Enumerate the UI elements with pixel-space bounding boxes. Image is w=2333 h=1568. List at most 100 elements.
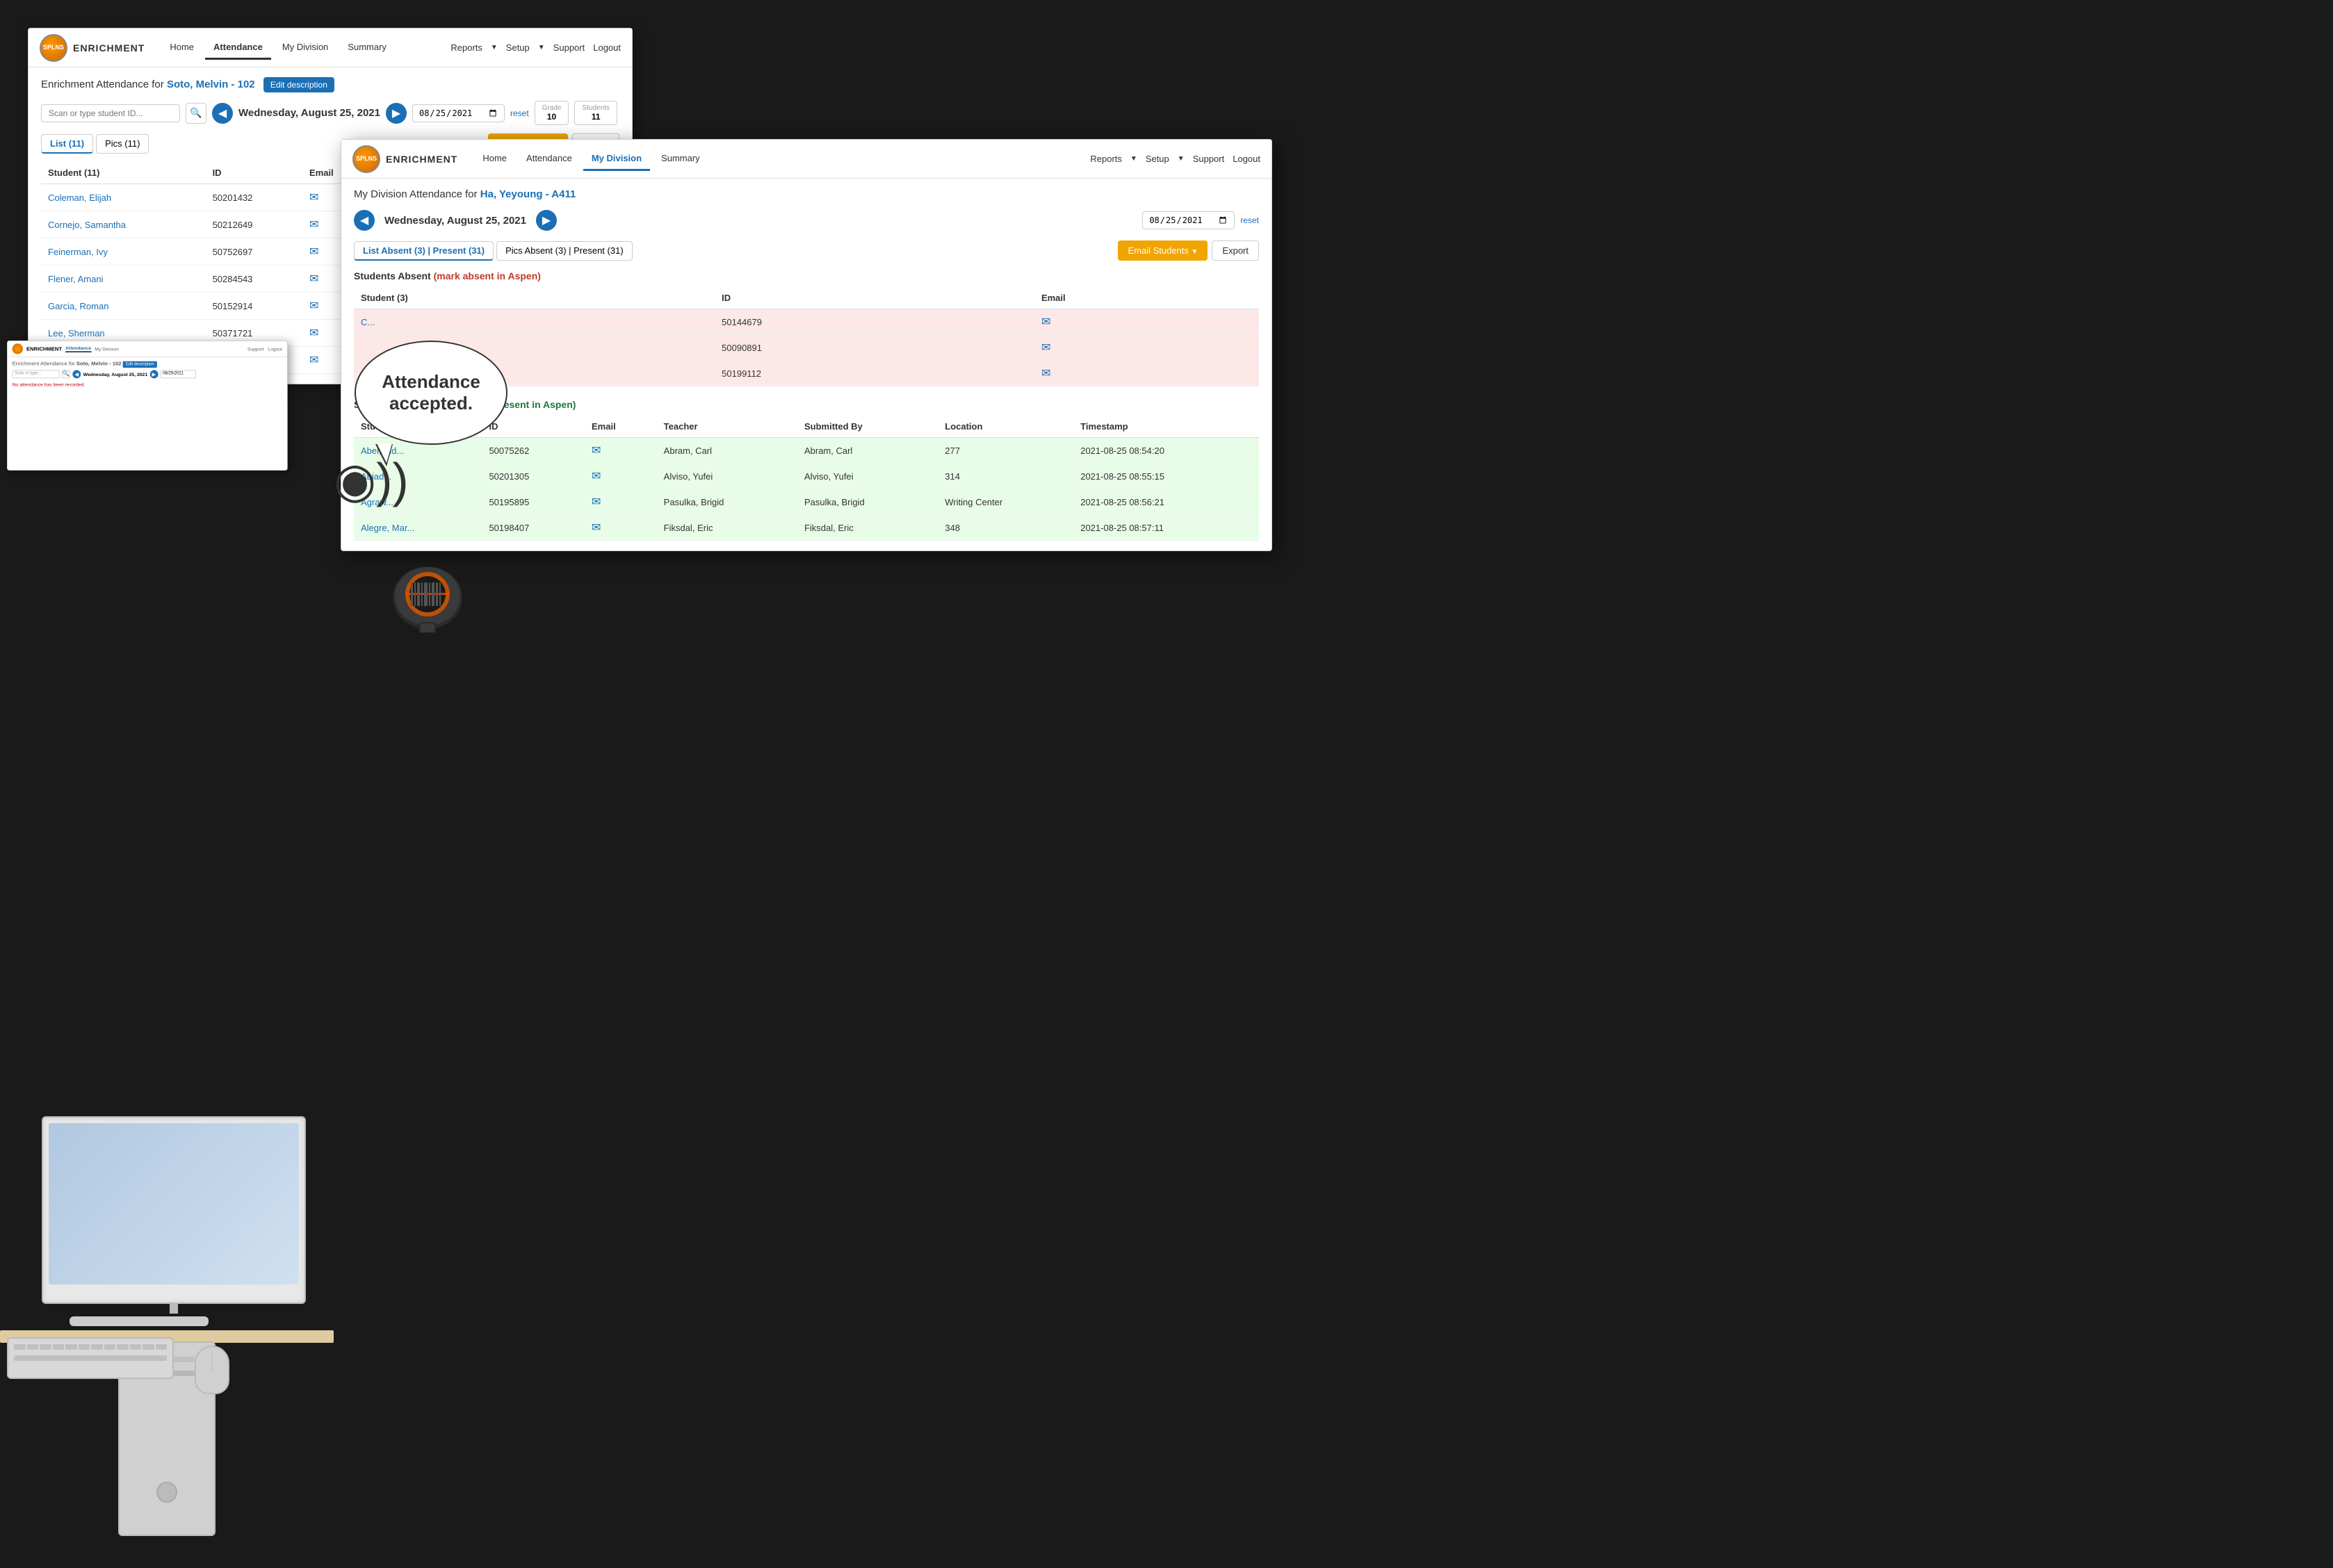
back-col-student: Student (11) xyxy=(41,162,206,184)
back-reports-caret: ▼ xyxy=(491,44,498,51)
front-title-prefix: My Division Attendance for xyxy=(354,188,478,200)
front-present-col-submitted: Submitted By xyxy=(797,416,938,438)
front-date-input[interactable] xyxy=(1142,211,1235,229)
back-student-name-1[interactable]: Coleman, Elijah xyxy=(41,184,206,211)
back-nav-home[interactable]: Home xyxy=(161,36,202,60)
front-export-btn[interactable]: Export xyxy=(1212,240,1259,261)
front-reset-link[interactable]: reset xyxy=(1240,215,1259,225)
back-title-name: Soto, Melvin - 102 xyxy=(167,79,255,90)
back-controls-row: 🔍 ◀ Wednesday, August 25, 2021 ▶ reset G… xyxy=(41,101,619,125)
back-logo-circle: SPLNS xyxy=(40,34,67,62)
present-row-2: Abiad... 50201305 ✉ Alviso, Yufei Alviso… xyxy=(354,464,1259,489)
back-tab-pics[interactable]: Pics (11) xyxy=(96,134,149,154)
back-tab-list[interactable]: List (11) xyxy=(41,134,93,154)
front-controls-row: ◀ Wednesday, August 25, 2021 ▶ reset xyxy=(354,210,1259,231)
front-present-email-2[interactable]: ✉ xyxy=(585,464,657,489)
back-date-input[interactable] xyxy=(412,104,505,122)
front-navbar: SPLNS ENRICHMENT Home Attendance My Divi… xyxy=(341,140,1271,179)
front-setup-caret: ▼ xyxy=(1178,155,1185,163)
back-student-id-4: 50284543 xyxy=(206,266,302,293)
front-absent-title-text: Students Absent xyxy=(354,270,431,281)
front-nav-my-division[interactable]: My Division xyxy=(583,147,650,171)
back-nav-attendance[interactable]: Attendance xyxy=(205,36,271,60)
front-present-timestamp-1: 2021-08-25 08:54:20 xyxy=(1073,438,1259,464)
absent-row-1: C... 50144679 ✉ xyxy=(354,309,1259,335)
front-present-table: Student (31) ID Email Teacher Submitted … xyxy=(354,416,1259,541)
front-nav-right: Reports ▼ Setup ▼ Support Logout xyxy=(1090,154,1260,164)
back-nav-reports[interactable]: Reports xyxy=(450,42,482,53)
back-nav-my-division[interactable]: My Division xyxy=(274,36,336,60)
back-student-name-4[interactable]: Flener, Amani xyxy=(41,266,206,293)
front-title-name: Ha, Yeyoung - A411 xyxy=(480,188,576,200)
front-tab-pics-absent[interactable]: Pics Absent (3) | Present (31) xyxy=(496,241,633,261)
front-absent-id-2: 50090891 xyxy=(715,335,1034,361)
front-present-teacher-3: Pasulka, Brigid xyxy=(657,489,797,515)
front-nav-attendance[interactable]: Attendance xyxy=(518,147,580,171)
front-present-email-1[interactable]: ✉ xyxy=(585,438,657,464)
front-absent-col-id: ID xyxy=(715,287,1034,309)
front-nav-summary[interactable]: Summary xyxy=(653,147,708,171)
front-email-btn-label: Email Students xyxy=(1128,245,1188,256)
attendance-accepted-bubble: Attendance accepted. xyxy=(355,341,507,445)
front-present-email-3[interactable]: ✉ xyxy=(585,489,657,515)
back-scan-input[interactable] xyxy=(41,104,180,122)
front-present-email-4[interactable]: ✉ xyxy=(585,515,657,541)
front-tab-list-absent[interactable]: List Absent (3) | Present (31) xyxy=(354,241,494,261)
front-nav-setup[interactable]: Setup xyxy=(1146,154,1169,164)
back-student-name-2[interactable]: Cornejo, Samantha xyxy=(41,211,206,238)
mini-logo xyxy=(13,343,23,354)
back-students-label: Students xyxy=(582,104,609,112)
front-next-btn[interactable]: ▶ xyxy=(536,210,557,231)
back-nav-summary[interactable]: Summary xyxy=(339,36,395,60)
front-absent-subtitle: (mark absent in Aspen) xyxy=(434,270,541,281)
front-present-timestamp-3: 2021-08-25 08:56:21 xyxy=(1073,489,1259,515)
front-absent-id-1: 50144679 xyxy=(715,309,1034,335)
front-absent-section-title: Students Absent (mark absent in Aspen) xyxy=(354,270,1259,281)
back-student-id-3: 50752697 xyxy=(206,238,302,266)
front-absent-name-1[interactable]: C... xyxy=(354,309,715,335)
sound-waves-icon: ◉)) xyxy=(334,452,409,509)
front-nav-support[interactable]: Support xyxy=(1193,154,1225,164)
back-nav-setup[interactable]: Setup xyxy=(506,42,530,53)
back-grade-label: Grade xyxy=(542,104,562,112)
front-present-id-2: 50201305 xyxy=(482,464,585,489)
front-nav-logout[interactable]: Logout xyxy=(1233,154,1260,164)
back-student-id-5: 50152914 xyxy=(206,293,302,320)
back-edit-btn[interactable]: Edit description xyxy=(263,77,334,92)
front-nav-reports[interactable]: Reports xyxy=(1090,154,1122,164)
front-present-id-4: 50198407 xyxy=(482,515,585,541)
front-present-location-3: Writing Center xyxy=(938,489,1073,515)
front-present-submitted-3: Pasulka, Brigid xyxy=(797,489,938,515)
back-reset-link[interactable]: reset xyxy=(510,108,529,118)
front-present-submitted-4: Fiksdal, Eric xyxy=(797,515,938,541)
back-student-name-3[interactable]: Feinerman, Ivy xyxy=(41,238,206,266)
front-absent-email-2[interactable]: ✉ xyxy=(1034,335,1259,361)
present-row-4: Alegre, Mar... 50198407 ✉ Fiksdal, Eric … xyxy=(354,515,1259,541)
back-next-btn[interactable]: ▶ xyxy=(386,103,407,124)
computer-decoration xyxy=(0,1026,334,1568)
front-nav-home[interactable]: Home xyxy=(474,147,515,171)
back-nav-support[interactable]: Support xyxy=(553,42,585,53)
back-nav-logout[interactable]: Logout xyxy=(593,42,621,53)
front-absent-id-3: 50199112 xyxy=(715,361,1034,386)
front-present-col-timestamp: Timestamp xyxy=(1073,416,1259,438)
front-email-btn[interactable]: Email Students ▼ xyxy=(1118,240,1208,261)
front-present-col-email: Email xyxy=(585,416,657,438)
front-present-id-3: 50195895 xyxy=(482,489,585,515)
front-absent-email-1[interactable]: ✉ xyxy=(1034,309,1259,335)
back-date-display: Wednesday, August 25, 2021 xyxy=(238,107,380,119)
present-row-1: Abel, Aid... 50075262 ✉ Abram, Carl Abra… xyxy=(354,438,1259,464)
back-prev-btn[interactable]: ◀ xyxy=(212,103,233,124)
front-present-name-4[interactable]: Alegre, Mar... xyxy=(354,515,482,541)
front-prev-btn[interactable]: ◀ xyxy=(354,210,375,231)
back-nav-links: Home Attendance My Division Summary xyxy=(161,36,450,60)
front-email-caret: ▼ xyxy=(1192,248,1198,256)
back-student-name-5[interactable]: Garcia, Roman xyxy=(41,293,206,320)
front-present-col-id: ID xyxy=(482,416,585,438)
absent-row-2: 50090891 ✉ xyxy=(354,335,1259,361)
front-present-col-teacher: Teacher xyxy=(657,416,797,438)
front-logo-text: ENRICHMENT xyxy=(386,154,457,165)
back-setup-caret: ▼ xyxy=(538,44,545,51)
front-absent-email-3[interactable]: ✉ xyxy=(1034,361,1259,386)
back-search-btn[interactable]: 🔍 xyxy=(186,103,206,124)
